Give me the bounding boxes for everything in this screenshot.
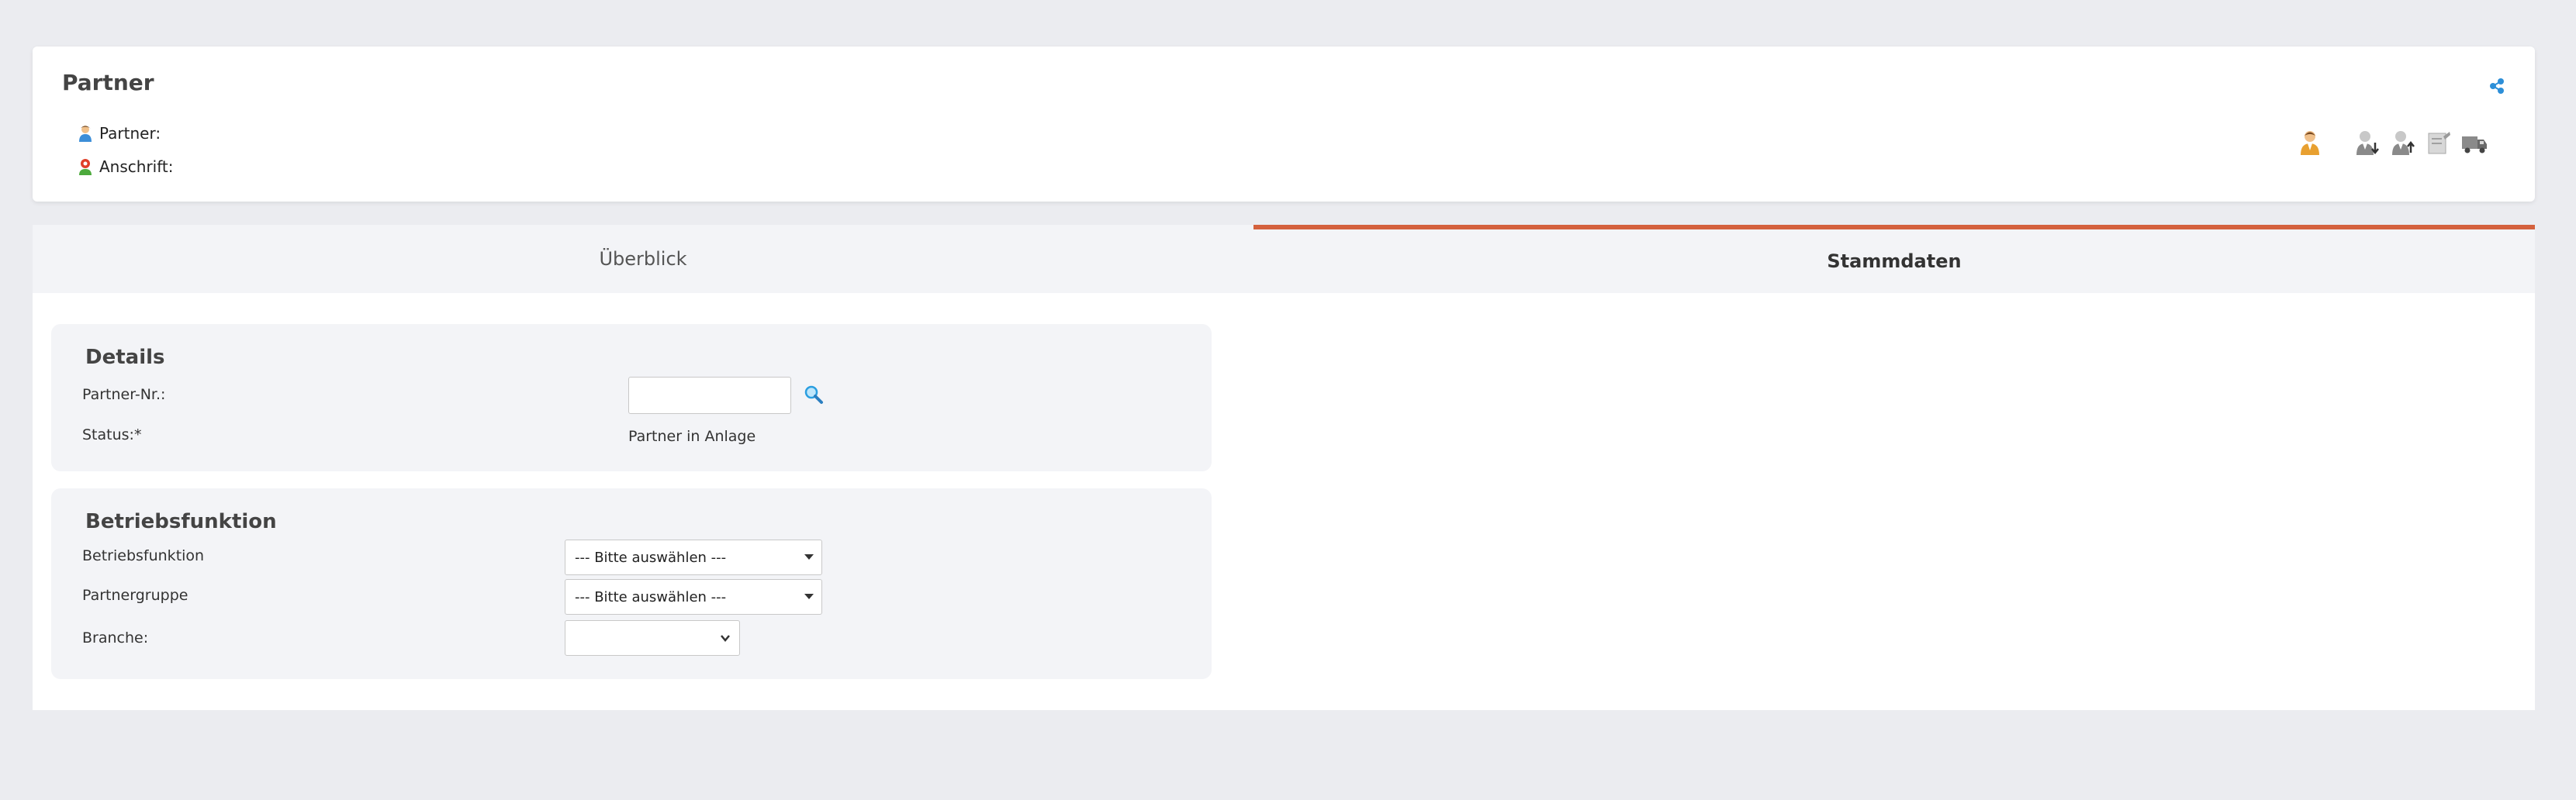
details-title: Details <box>85 346 165 369</box>
details-panel: Details Partner-Nr.: Status:* Partner in… <box>51 324 1212 471</box>
address-info-row: Anschrift: <box>78 157 174 176</box>
betriebsfunktion-label: Betriebsfunktion <box>82 547 205 564</box>
branche-label: Branche: <box>82 629 149 647</box>
chevron-down-icon <box>721 635 730 642</box>
tab-master-data[interactable]: Stammdaten <box>1253 225 2535 293</box>
truck-icon[interactable] <box>2460 129 2488 157</box>
betriebsfunktion-title: Betriebsfunktion <box>85 510 277 533</box>
person-upload-icon[interactable] <box>2389 129 2417 157</box>
location-person-icon <box>79 159 92 175</box>
branche-select[interactable] <box>565 620 740 656</box>
share-icon[interactable] <box>2487 76 2507 96</box>
partner-no-label: Partner-Nr.: <box>82 386 166 403</box>
header-action-toolbar <box>2296 129 2488 157</box>
partnergruppe-label: Partnergruppe <box>82 587 188 604</box>
partnergruppe-selected-value: --- Bitte auswählen --- <box>575 588 727 605</box>
caret-down-icon <box>804 554 814 560</box>
person-icon <box>79 126 92 142</box>
content-card: Überblick Stammdaten Details Partner-Nr.… <box>33 225 2535 710</box>
status-label: Status:* <box>82 426 142 443</box>
person-download-icon[interactable] <box>2353 129 2381 157</box>
document-icon[interactable] <box>2425 129 2453 157</box>
partner-info-row: Partner: <box>78 124 161 143</box>
betriebsfunktion-select[interactable]: --- Bitte auswählen --- <box>565 540 822 575</box>
status-value: Partner in Anlage <box>628 428 756 445</box>
search-icon[interactable] <box>804 384 824 405</box>
page-title: Partner <box>62 70 154 95</box>
partner-header-card: Partner Partner: Anschrift: <box>33 47 2535 202</box>
caret-down-icon <box>804 594 814 599</box>
address-label: Anschrift: <box>99 157 174 176</box>
betriebsfunktion-panel: Betriebsfunktion Betriebsfunktion --- Bi… <box>51 488 1212 679</box>
person-icon[interactable] <box>2296 129 2324 157</box>
tab-bar: Überblick Stammdaten <box>33 225 2535 293</box>
partner-label: Partner: <box>99 124 161 143</box>
partner-no-input[interactable] <box>628 377 791 414</box>
betriebsfunktion-selected-value: --- Bitte auswählen --- <box>575 549 727 566</box>
partnergruppe-select[interactable]: --- Bitte auswählen --- <box>565 579 822 615</box>
tab-overview[interactable]: Überblick <box>33 225 1253 293</box>
